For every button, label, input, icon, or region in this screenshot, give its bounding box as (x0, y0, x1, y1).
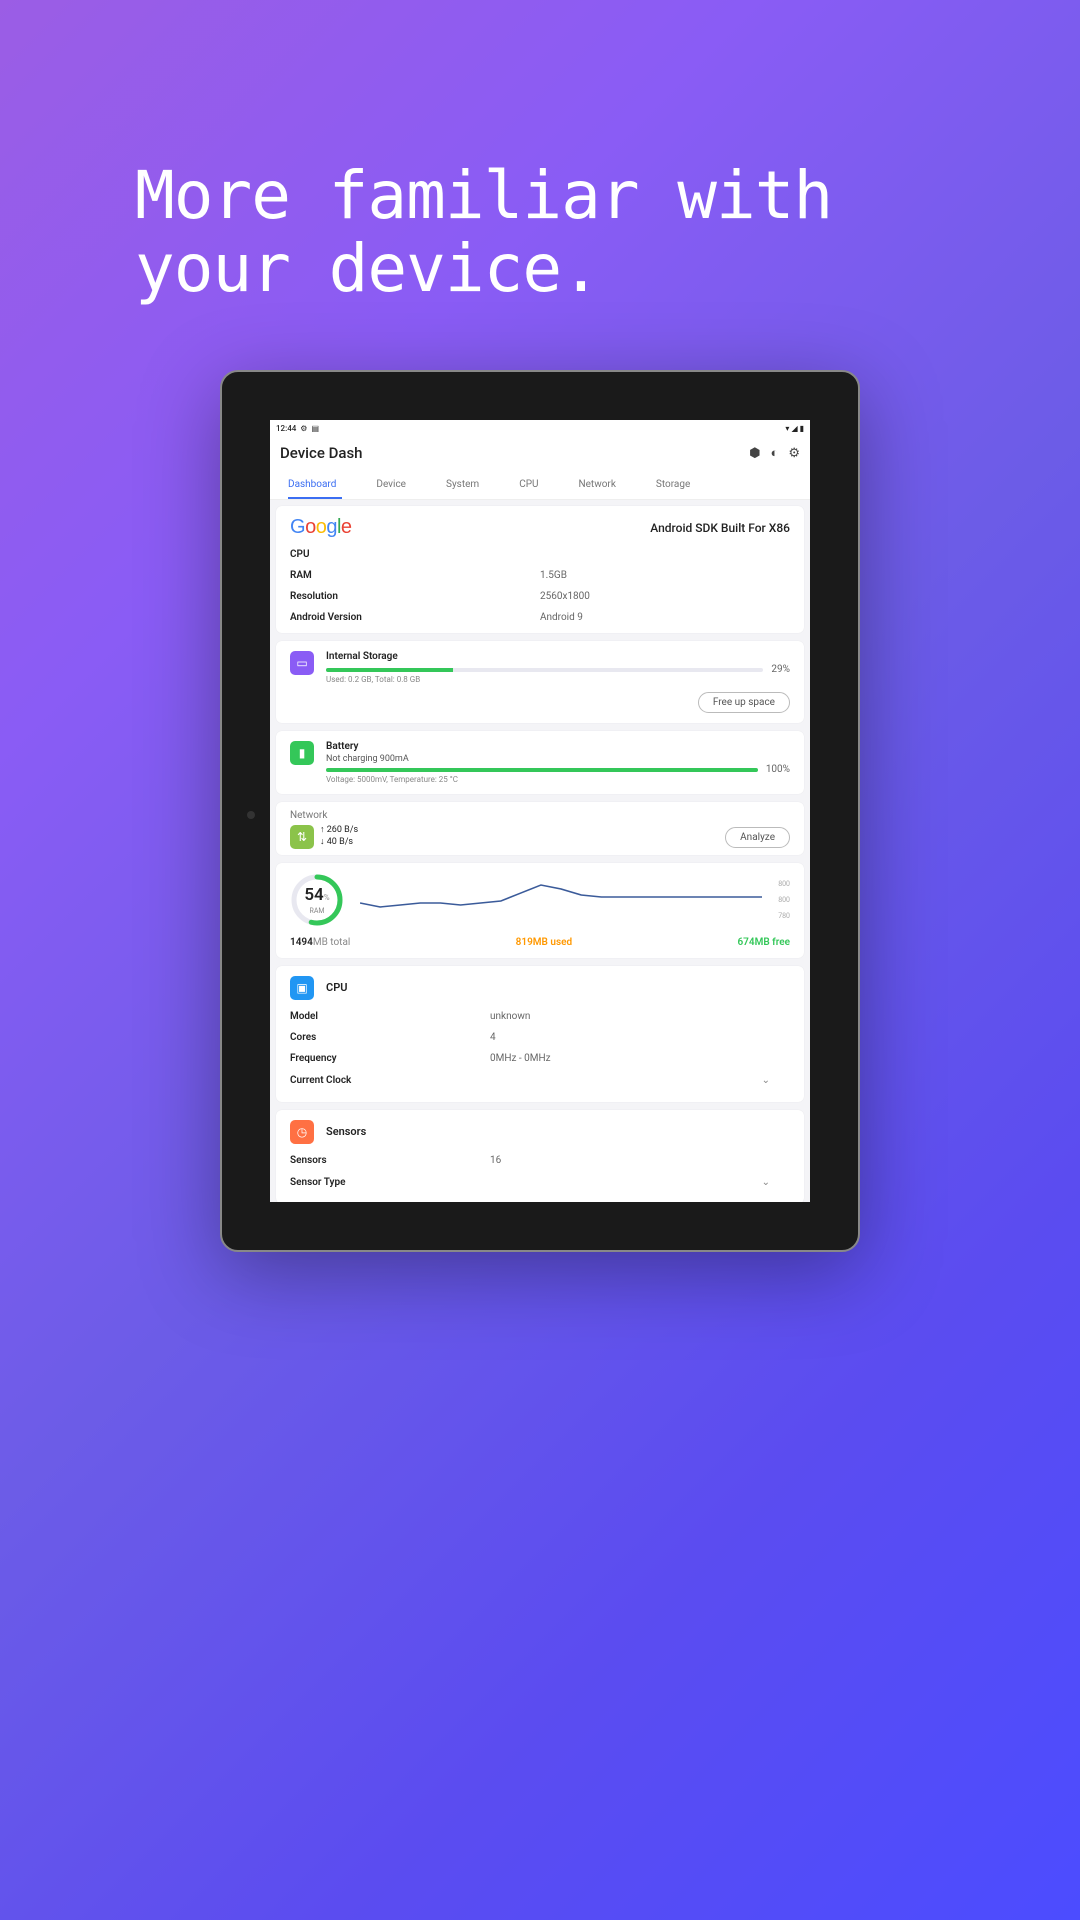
app-screen: 12:44 ⚙ ▤ ▾ ◢ ▮ Device Dash ⬢ ◐ ⚙ Dashbo… (270, 420, 810, 1202)
tab-bar: Dashboard Device System CPU Network Stor… (270, 470, 810, 500)
pro-badge-icon[interactable]: ⬢ (749, 446, 760, 461)
sensors-row-label: Sensors (290, 1155, 490, 1166)
spark-y-ticks: 800 800 780 (778, 880, 790, 920)
signal-icon: ◢ (791, 424, 797, 433)
sensor-gauge-icon: ◷ (290, 1120, 314, 1144)
battery-title: Battery (326, 741, 790, 752)
cpu-row-label: Frequency (290, 1053, 490, 1064)
cpu-row-label: Cores (290, 1032, 490, 1043)
battery-percent: 100% (766, 764, 790, 775)
spec-label: CPU (290, 549, 540, 560)
battery-sub: Voltage: 5000mV, Temperature: 25 °C (326, 775, 790, 784)
ram-free-value: 674 (737, 937, 754, 948)
google-logo: Google (290, 516, 352, 539)
storage-sub: Used: 0.2 GB, Total: 0.8 GB (326, 675, 790, 684)
chevron-down-icon: ⌄ (762, 1075, 770, 1086)
cpu-chip-icon: ▣ (290, 976, 314, 1000)
tab-dashboard[interactable]: Dashboard (270, 470, 356, 499)
ram-used-value: 819 (516, 937, 533, 948)
spec-value: 2560x1800 (540, 591, 590, 602)
battery-box-icon: ▮ (290, 741, 314, 765)
network-card: Network ⇅ ↑ 260 B/s ↓ 40 B/s Analyze (276, 802, 804, 855)
spec-value: Android 9 (540, 612, 583, 623)
status-bar: 12:44 ⚙ ▤ ▾ ◢ ▮ (270, 420, 810, 436)
cpu-row-value: 0MHz - 0MHz (490, 1053, 551, 1064)
content-scroll[interactable]: Google Android SDK Built For X86 CPU RAM… (270, 500, 810, 1202)
battery-status: Not charging 900mA (326, 754, 790, 764)
ram-sparkline (360, 880, 762, 920)
free-space-button[interactable]: Free up space (698, 692, 790, 713)
storage-title: Internal Storage (326, 651, 790, 662)
ram-total-value: 1494 (290, 937, 313, 948)
device-overview-card: Google Android SDK Built For X86 CPU RAM… (276, 506, 804, 633)
network-section-label: Network (290, 810, 790, 821)
spec-label: Resolution (290, 591, 540, 602)
sensor-type-expander[interactable]: Sensor Type ⌄ (290, 1171, 790, 1194)
ram-card: 54% RAM 800 800 780 1494MB total (276, 863, 804, 958)
storage-progress-bar (326, 668, 763, 672)
spec-value: 1.5GB (540, 570, 567, 581)
battery-icon: ▮ (800, 424, 804, 433)
battery-progress-bar (326, 768, 758, 772)
storage-card: ▭ Internal Storage 29% Used: 0.2 GB, Tot… (276, 641, 804, 723)
tab-network[interactable]: Network (559, 470, 636, 499)
tab-device[interactable]: Device (356, 470, 426, 499)
chevron-down-icon: ⌄ (762, 1177, 770, 1188)
wifi-box-icon: ⇅ (290, 825, 314, 849)
app-title: Device Dash (280, 444, 363, 462)
status-time: 12:44 (276, 424, 296, 433)
tab-storage[interactable]: Storage (636, 470, 710, 499)
spec-label: RAM (290, 570, 540, 581)
tab-system[interactable]: System (426, 470, 499, 499)
cpu-title: CPU (326, 981, 347, 994)
ram-gauge: 54% RAM (290, 873, 344, 927)
cpu-row-label: Model (290, 1011, 490, 1022)
tablet-mockup: 12:44 ⚙ ▤ ▾ ◢ ▮ Device Dash ⬢ ◐ ⚙ Dashbo… (220, 370, 860, 1252)
current-clock-expander[interactable]: Current Clock ⌄ (290, 1069, 790, 1092)
storage-icon: ▭ (290, 651, 314, 675)
cpu-row-value: unknown (490, 1011, 530, 1022)
tab-indicator (288, 497, 342, 499)
gear-icon: ⚙ (300, 424, 307, 433)
camera-dot-icon (247, 811, 255, 819)
tab-cpu[interactable]: CPU (499, 470, 558, 499)
device-name: Android SDK Built For X86 (650, 521, 790, 535)
spec-label: Android Version (290, 612, 540, 623)
marketing-headline: More familiar withyour device. (0, 0, 1080, 305)
battery-card: ▮ Battery Not charging 900mA 100% Voltag… (276, 731, 804, 794)
cpu-card: ▣ CPU Modelunknown Cores4 Frequency0MHz … (276, 966, 804, 1102)
network-down: ↓ 40 B/s (320, 837, 358, 849)
sensors-title: Sensors (326, 1125, 366, 1138)
theme-toggle-icon[interactable]: ◐ (770, 445, 778, 461)
cpu-row-value: 4 (490, 1032, 496, 1043)
storage-percent: 29% (771, 664, 790, 675)
stack-icon: ▤ (311, 424, 319, 433)
app-bar: Device Dash ⬢ ◐ ⚙ (270, 436, 810, 470)
sensors-row-value: 16 (490, 1155, 501, 1166)
network-up: ↑ 260 B/s (320, 825, 358, 837)
sensors-card: ◷ Sensors Sensors16 Sensor Type ⌄ (276, 1110, 804, 1202)
wifi-icon: ▾ (785, 424, 789, 433)
analyze-button[interactable]: Analyze (725, 827, 790, 848)
settings-icon[interactable]: ⚙ (788, 446, 800, 461)
